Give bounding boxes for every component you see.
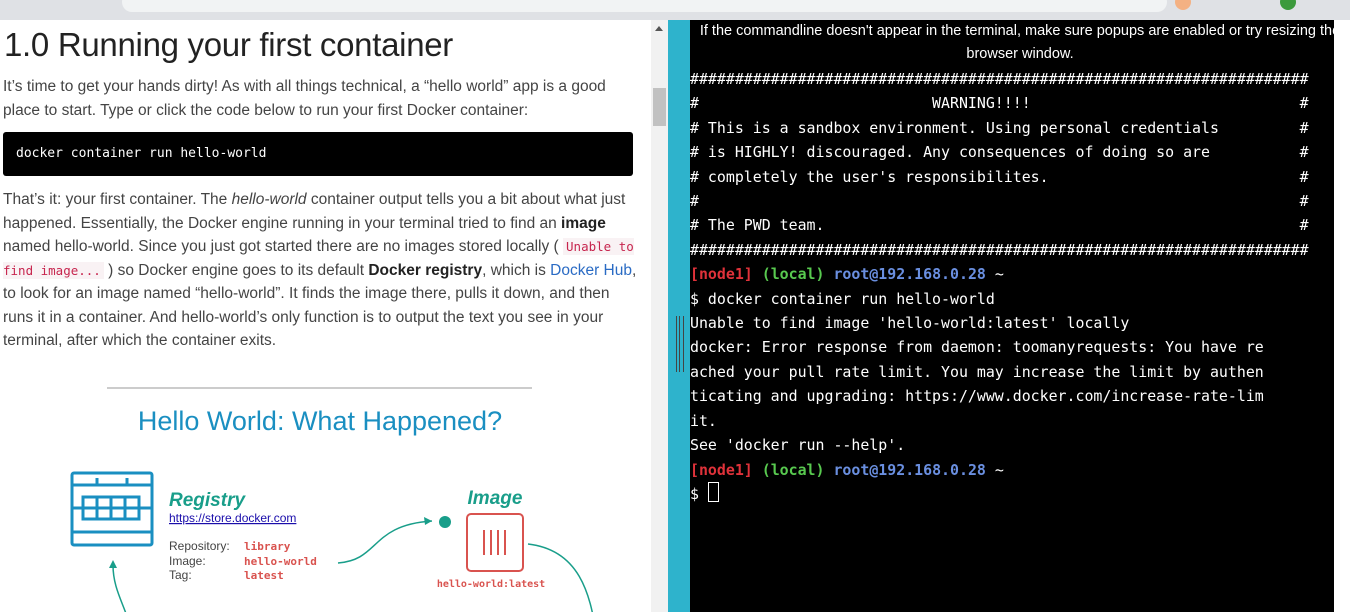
registry-url-link[interactable]: https://store.docker.com [169,511,296,525]
tutorial-scrollbar[interactable] [651,20,668,612]
registry-label: Registry [169,490,246,511]
prompt-host: root@192.168.0.28 [833,265,986,284]
terminal-cursor [707,481,719,502]
scroll-up-icon[interactable] [655,26,663,31]
page-title: 1.0 Running your first container [4,26,453,63]
banner-line: # The PWD team. # [690,216,1309,235]
output-line: it. [690,411,717,430]
terminal-output[interactable]: ########################################… [690,67,1309,506]
prompt-host: root@192.168.0.28 [833,460,986,479]
prompt-tilde: ~ [994,460,1004,479]
tag-key: Tag: [169,568,192,582]
repo-key: Repository: [169,539,230,553]
output-line: See 'docker run --help'. [690,436,906,455]
image-key: Image: [169,554,206,568]
grip-icon [676,316,684,372]
banner-line: # WARNING!!!! # [690,94,1309,113]
extension-icon[interactable] [1175,0,1191,10]
run-code-block[interactable]: docker container run hello-world [3,132,633,176]
run-arrow [527,543,594,612]
banner-line: # completely the user's responsibilites.… [690,167,1309,186]
repo-value: library [244,540,291,553]
prompt-tilde: ~ [994,265,1004,284]
tutorial-pane: 1.0 Running your first container It’s ti… [0,20,650,612]
terminal-scrollbar[interactable] [1334,20,1350,612]
docker-hub-link[interactable]: Docker Hub [550,262,632,279]
return-arrow [112,564,127,612]
profile-avatar[interactable] [1280,0,1296,10]
image-caption: hello-world:latest [437,579,545,590]
prompt-local: (local) [761,460,825,479]
prompt-node: [node1] [690,460,753,479]
image-value: hello-world [244,555,317,568]
prompt-local: (local) [761,265,825,284]
banner-line: # is HIGHLY! discouraged. Any consequenc… [690,143,1309,162]
terminal-notice: If the commandline doesn't appear in the… [699,23,1334,62]
command-line: $ docker container run hello-world [690,289,995,308]
prompt-dollar: $ [690,484,708,503]
browser-toolbar [0,0,1350,20]
output-line: docker: Error response from daemon: toom… [690,338,1264,357]
output-line: ticating and upgrading: https://www.dock… [690,387,1264,406]
scroll-thumb[interactable] [653,88,666,126]
pull-dot [439,516,451,528]
image-icon [466,513,524,572]
banner-line: ########################################… [690,240,1309,259]
address-bar[interactable] [122,0,1167,12]
pull-arrow [337,520,433,564]
registry-icon [70,471,154,547]
banner-line: # # [690,192,1309,211]
hello-world-diagram: Hello World: What Happened? Registry htt… [70,387,594,612]
banner-line: # This is a sandbox environment. Using p… [690,118,1309,137]
intro-paragraph: It’s time to get your hands dirty! As wi… [3,78,606,119]
output-line: Unable to find image 'hello-world:latest… [690,314,1130,333]
banner-line: ########################################… [690,70,1309,88]
diagram-title: Hello World: What Happened? [138,406,502,436]
prompt-node: [node1] [690,265,753,284]
explanation-paragraph: That’s it: your first container. The hel… [3,191,637,349]
pane-resize-handle[interactable] [668,20,690,612]
image-label: Image [468,488,523,509]
output-line: ached your pull rate limit. You may incr… [690,362,1264,381]
terminal-pane[interactable]: If the commandline doesn't appear in the… [690,20,1334,612]
tag-value: latest [244,569,284,582]
